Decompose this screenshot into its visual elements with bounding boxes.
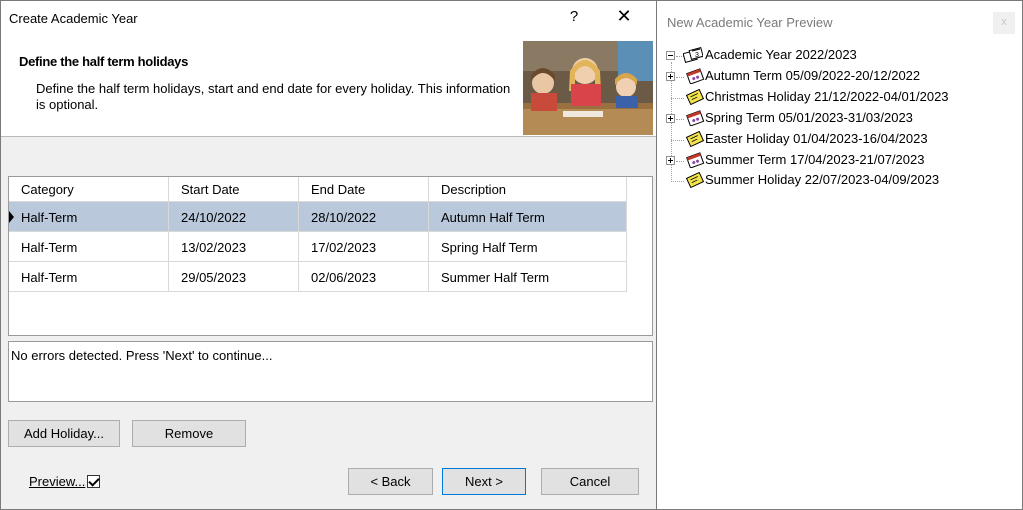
dialog-title: Create Academic Year xyxy=(9,11,138,26)
tree-connector xyxy=(676,77,684,78)
table-row[interactable]: Half-Term 24/10/2022 28/10/2022 Autumn H… xyxy=(9,202,627,232)
cell-start-date[interactable]: 24/10/2022 xyxy=(169,202,299,232)
tree-item-label[interactable]: Spring Term 05/01/2023-31/03/2023 xyxy=(705,110,913,125)
holiday-note-icon xyxy=(685,172,705,188)
expand-icon[interactable] xyxy=(666,72,675,81)
step-description: Define the half term holidays, start and… xyxy=(36,81,511,112)
step-title: Define the half term holidays xyxy=(19,54,189,69)
svg-text:3: 3 xyxy=(695,52,699,59)
next-button[interactable]: Next > xyxy=(442,468,526,495)
cell-start-date[interactable]: 13/02/2023 xyxy=(169,232,299,262)
expand-icon[interactable] xyxy=(666,114,675,123)
tree-item-label[interactable]: Easter Holiday 01/04/2023-16/04/2023 xyxy=(705,131,928,146)
dialog-titlebar: Create Academic Year ? ✕ xyxy=(1,1,656,37)
column-header-description[interactable]: Description xyxy=(429,177,627,202)
term-calendar-icon xyxy=(686,68,705,84)
cell-end-date[interactable]: 02/06/2023 xyxy=(299,262,429,292)
holiday-note-icon xyxy=(685,131,705,147)
tree-connector xyxy=(676,119,684,120)
tree-connector xyxy=(671,181,684,182)
cell-category[interactable]: Half-Term xyxy=(9,232,169,262)
panel-titlebar: New Academic Year Preview x xyxy=(657,1,1022,39)
expand-icon[interactable] xyxy=(666,156,675,165)
academic-year-icon: 3 xyxy=(683,47,703,63)
preview-checkbox[interactable] xyxy=(87,475,101,488)
holidays-grid[interactable]: Category Start Date End Date Description… xyxy=(8,176,653,336)
academic-year-preview-panel: New Academic Year Preview x 3 Academic Y… xyxy=(656,0,1023,510)
tree-item-label[interactable]: Summer Term 17/04/2023-21/07/2023 xyxy=(705,152,924,167)
tree-item-label[interactable]: Christmas Holiday 21/12/2022-04/01/2023 xyxy=(705,89,949,104)
add-holiday-button[interactable]: Add Holiday... xyxy=(8,420,120,447)
panel-close-button[interactable]: x xyxy=(993,12,1015,34)
classroom-photo xyxy=(523,41,653,135)
collapse-icon[interactable] xyxy=(666,51,675,60)
tree-connector xyxy=(676,161,684,162)
validation-message: No errors detected. Press 'Next' to cont… xyxy=(11,348,273,363)
cancel-button[interactable]: Cancel xyxy=(541,468,639,495)
remove-button[interactable]: Remove xyxy=(132,420,246,447)
term-calendar-icon xyxy=(686,152,705,168)
cell-end-date[interactable]: 28/10/2022 xyxy=(299,202,429,232)
cell-description[interactable]: Summer Half Term xyxy=(429,262,627,292)
tree-item-label[interactable]: Autumn Term 05/09/2022-20/12/2022 xyxy=(705,68,920,83)
cell-description[interactable]: Spring Half Term xyxy=(429,232,627,262)
tree-connector xyxy=(671,140,684,141)
column-header-category[interactable]: Category xyxy=(9,177,169,202)
grid-header: Category Start Date End Date Description xyxy=(9,177,627,202)
validation-message-box: No errors detected. Press 'Next' to cont… xyxy=(8,341,653,402)
cell-category[interactable]: Half-Term xyxy=(9,202,169,232)
preview-toggle[interactable]: Preview... xyxy=(29,474,101,489)
tree-root-label[interactable]: Academic Year 2022/2023 xyxy=(705,47,857,62)
create-academic-year-dialog: Create Academic Year ? ✕ Define the half… xyxy=(0,0,656,510)
term-calendar-icon xyxy=(686,110,705,126)
cell-category[interactable]: Half-Term xyxy=(9,262,169,292)
holiday-note-icon xyxy=(685,89,705,105)
column-header-end-date[interactable]: End Date xyxy=(299,177,429,202)
tree-item-label[interactable]: Summer Holiday 22/07/2023-04/09/2023 xyxy=(705,172,939,187)
wizard-header: Define the half term holidays Define the… xyxy=(1,37,656,137)
column-header-start-date[interactable]: Start Date xyxy=(169,177,299,202)
tree-connector xyxy=(671,98,684,99)
table-row[interactable]: Half-Term 29/05/2023 02/06/2023 Summer H… xyxy=(9,262,627,292)
table-row[interactable]: Half-Term 13/02/2023 17/02/2023 Spring H… xyxy=(9,232,627,262)
cell-end-date[interactable]: 17/02/2023 xyxy=(299,232,429,262)
help-button[interactable]: ? xyxy=(559,8,589,30)
cell-description[interactable]: Autumn Half Term xyxy=(429,202,627,232)
panel-title: New Academic Year Preview xyxy=(667,15,833,30)
cell-start-date[interactable]: 29/05/2023 xyxy=(169,262,299,292)
preview-label[interactable]: Preview... xyxy=(29,474,85,489)
close-button[interactable]: ✕ xyxy=(609,6,639,30)
back-button[interactable]: < Back xyxy=(348,468,433,495)
